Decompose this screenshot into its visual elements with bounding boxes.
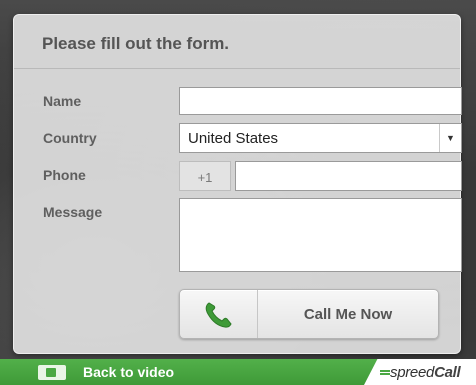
call-me-now-button[interactable]: Call Me Now bbox=[179, 289, 439, 339]
message-label: Message bbox=[43, 204, 103, 220]
video-camera-icon[interactable] bbox=[38, 365, 66, 380]
brand-name: spreedCall bbox=[390, 364, 461, 381]
callback-widget: Please fill out the form. Name Country U… bbox=[0, 0, 476, 385]
phone-handset-icon bbox=[205, 302, 232, 328]
country-select[interactable]: United States ▼ bbox=[179, 123, 462, 153]
call-button-label: Call Me Now bbox=[303, 306, 393, 323]
brand-mark-icon bbox=[380, 370, 390, 376]
brand-logo: spreedCall bbox=[364, 359, 476, 385]
message-textarea[interactable] bbox=[179, 198, 462, 272]
phone-input[interactable] bbox=[235, 161, 462, 191]
name-label: Name bbox=[43, 93, 82, 109]
callback-form-panel: Please fill out the form. Name Country U… bbox=[13, 14, 462, 354]
name-input[interactable] bbox=[179, 87, 462, 115]
brand-name-bold: Call bbox=[434, 364, 461, 381]
phone-icon-area bbox=[180, 290, 258, 338]
form-title: Please fill out the form. bbox=[14, 15, 460, 69]
phone-country-code: +1 bbox=[179, 161, 231, 191]
back-to-video-link[interactable]: Back to video bbox=[83, 364, 174, 380]
brand-name-light: spreed bbox=[390, 364, 435, 381]
country-label: Country bbox=[43, 130, 97, 146]
chevron-down-icon[interactable]: ▼ bbox=[439, 124, 461, 152]
bottom-bar: Back to video spreedCall bbox=[0, 359, 476, 385]
phone-label: Phone bbox=[43, 167, 86, 183]
country-selected-value: United States bbox=[188, 130, 279, 147]
